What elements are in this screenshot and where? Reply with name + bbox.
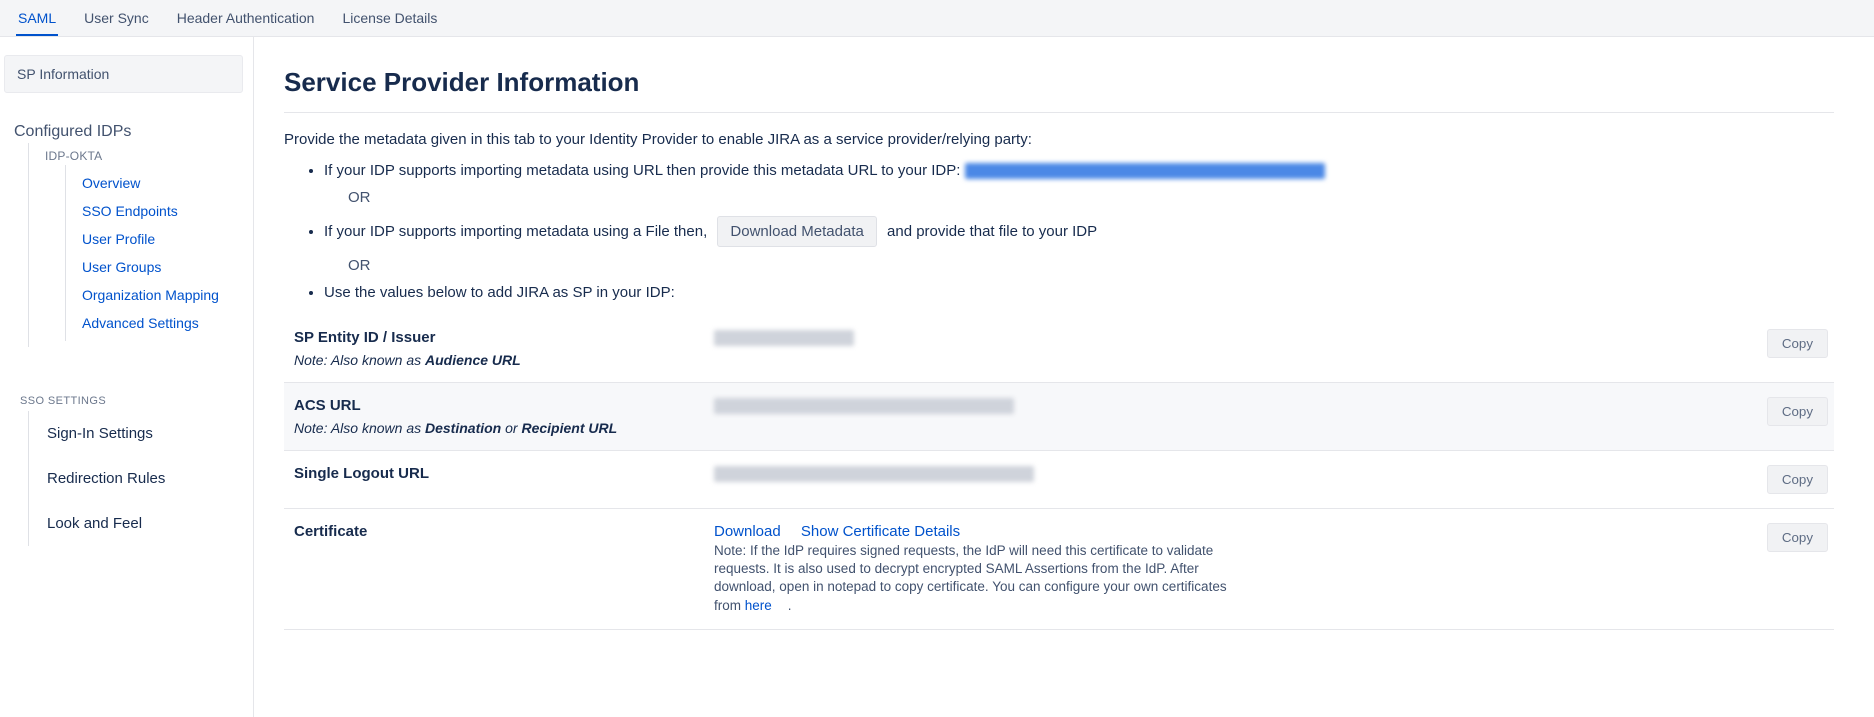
label-single-logout-url: Single Logout URL xyxy=(294,465,694,482)
title-divider xyxy=(284,112,1834,113)
sidebar-link-user-groups[interactable]: User Groups xyxy=(66,253,243,281)
bullet-metadata-url: If your IDP supports importing metadata … xyxy=(324,162,1834,179)
download-metadata-button[interactable]: Download Metadata xyxy=(717,216,876,247)
copy-button-certificate[interactable]: Copy xyxy=(1767,523,1828,552)
sidebar: SP Information Configured IDPs IDP-OKTA … xyxy=(0,37,254,717)
sidebar-configured-idps-heading: Configured IDPs xyxy=(4,123,243,141)
label-certificate: Certificate xyxy=(294,523,694,540)
redacted-sp-entity-id-value xyxy=(714,330,854,346)
or-separator-1: OR xyxy=(348,189,1834,206)
row-acs-url: ACS URL Note: Also known as Destination … xyxy=(284,383,1834,451)
bullet-metadata-file-post: and provide that file to your IDP xyxy=(887,223,1097,240)
sidebar-item-redirection-rules[interactable]: Redirection Rules xyxy=(29,456,243,501)
sidebar-idp-name[interactable]: IDP-OKTA xyxy=(29,149,243,163)
tab-user-sync[interactable]: User Sync xyxy=(82,0,151,36)
bullet-metadata-url-text: If your IDP supports importing metadata … xyxy=(324,162,965,179)
or-separator-2: OR xyxy=(348,257,1834,274)
link-configure-certificates-here[interactable]: here xyxy=(745,598,772,613)
sidebar-item-sign-in-settings[interactable]: Sign-In Settings xyxy=(29,411,243,456)
redacted-acs-url-value xyxy=(714,398,1014,414)
sidebar-link-user-profile[interactable]: User Profile xyxy=(66,225,243,253)
page-title: Service Provider Information xyxy=(284,67,1834,98)
sidebar-item-look-and-feel[interactable]: Look and Feel xyxy=(29,501,243,546)
link-show-certificate-details[interactable]: Show Certificate Details xyxy=(801,523,960,540)
sidebar-link-organization-mapping[interactable]: Organization Mapping xyxy=(66,281,243,309)
sidebar-link-overview[interactable]: Overview xyxy=(66,169,243,197)
note-acs-url: Note: Also known as Destination or Recip… xyxy=(294,420,694,436)
redacted-slo-url-value xyxy=(714,466,1034,482)
row-sp-entity-id: SP Entity ID / Issuer Note: Also known a… xyxy=(284,315,1834,383)
sidebar-item-sp-information[interactable]: SP Information xyxy=(4,55,243,93)
copy-button-slo-url[interactable]: Copy xyxy=(1767,465,1828,494)
note-sp-entity-id: Note: Also known as Audience URL xyxy=(294,352,694,368)
tab-saml[interactable]: SAML xyxy=(16,0,58,36)
redacted-metadata-url xyxy=(965,163,1325,179)
intro-text: Provide the metadata given in this tab t… xyxy=(284,131,1834,148)
label-sp-entity-id: SP Entity ID / Issuer xyxy=(294,329,694,346)
copy-button-acs-url[interactable]: Copy xyxy=(1767,397,1828,426)
sp-info-table: SP Entity ID / Issuer Note: Also known a… xyxy=(284,315,1834,630)
bullet-manual-values: Use the values below to add JIRA as SP i… xyxy=(324,284,1834,301)
main-content: Service Provider Information Provide the… xyxy=(254,37,1874,717)
row-certificate: Certificate Download Show Certificate De… xyxy=(284,509,1834,630)
sidebar-link-sso-endpoints[interactable]: SSO Endpoints xyxy=(66,197,243,225)
top-tab-bar: SAML User Sync Header Authentication Lic… xyxy=(0,0,1874,37)
tab-header-auth[interactable]: Header Authentication xyxy=(175,0,317,36)
bullet-metadata-file: If your IDP supports importing metadata … xyxy=(324,216,1834,247)
copy-button-sp-entity-id[interactable]: Copy xyxy=(1767,329,1828,358)
row-single-logout-url: Single Logout URL Copy xyxy=(284,451,1834,509)
label-acs-url: ACS URL xyxy=(294,397,694,414)
tab-license-details[interactable]: License Details xyxy=(340,0,439,36)
sidebar-sso-settings-heading: SSO SETTINGS xyxy=(4,395,243,407)
bullet-metadata-file-pre: If your IDP supports importing metadata … xyxy=(324,223,711,240)
certificate-note: Note: If the IdP requires signed request… xyxy=(714,542,1254,615)
link-download-certificate[interactable]: Download xyxy=(714,523,781,540)
sidebar-link-advanced-settings[interactable]: Advanced Settings xyxy=(66,309,243,337)
